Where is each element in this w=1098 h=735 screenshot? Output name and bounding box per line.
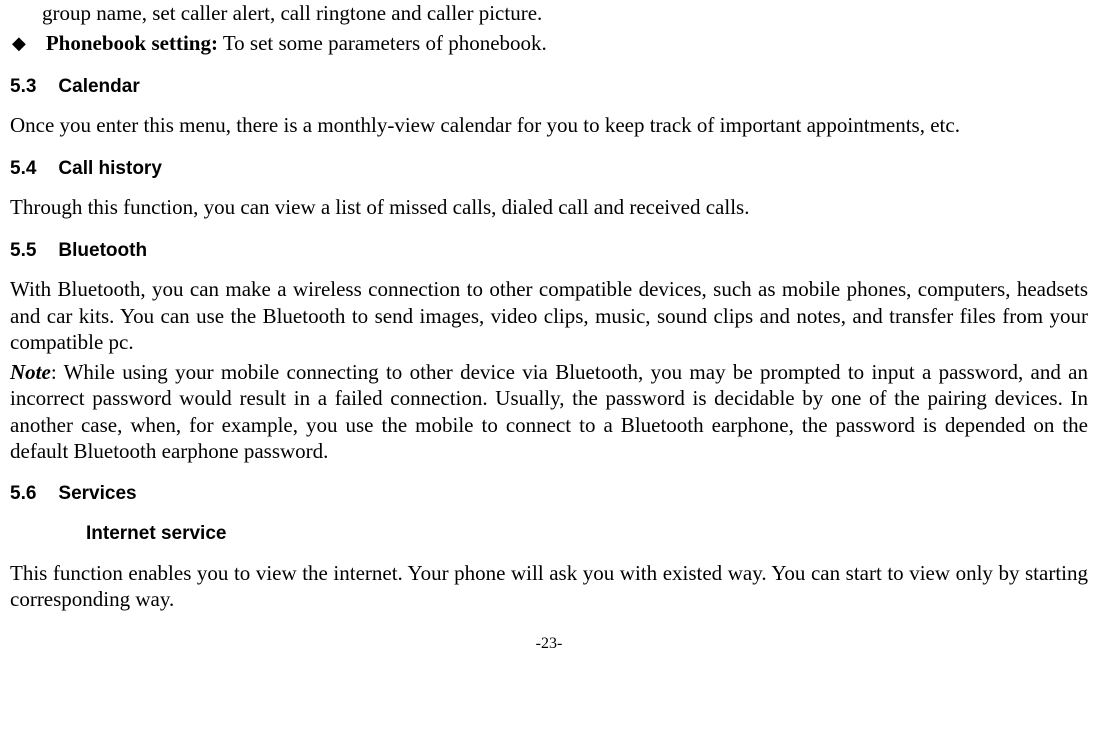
- note-body: : While using your mobile connecting to …: [10, 360, 1088, 463]
- heading-services: 5.6 Services: [10, 482, 1088, 506]
- heading-calendar: 5.3 Calendar: [10, 75, 1088, 99]
- top-fragment-text: group name, set caller alert, call ringt…: [42, 1, 542, 25]
- bluetooth-note: Note: While using your mobile connecting…: [10, 359, 1088, 464]
- bullet-text: To set some parameters of phonebook.: [218, 31, 547, 55]
- subheading-internet-service: Internet service: [86, 522, 1088, 546]
- diamond-bullet-icon: ◆: [12, 32, 26, 55]
- bullet-phonebook-setting: ◆ Phonebook setting: To set some paramet…: [10, 30, 1088, 56]
- heading-num: 5.4: [10, 158, 36, 179]
- heading-title: Call history: [58, 158, 161, 179]
- heading-num: 5.5: [10, 240, 36, 261]
- bullet-content: Phonebook setting: To set some parameter…: [46, 30, 547, 56]
- calendar-body: Once you enter this menu, there is a mon…: [10, 112, 1088, 138]
- bullet-label: Phonebook setting:: [46, 31, 218, 55]
- heading-bluetooth: 5.5 Bluetooth: [10, 239, 1088, 263]
- top-fragment-line: group name, set caller alert, call ringt…: [42, 0, 1088, 26]
- heading-num: 5.3: [10, 76, 36, 97]
- heading-num: 5.6: [10, 483, 36, 504]
- heading-call-history: 5.4 Call history: [10, 157, 1088, 181]
- page-number: -23-: [10, 634, 1088, 654]
- heading-title: Services: [58, 483, 136, 504]
- services-body: This function enables you to view the in…: [10, 560, 1088, 613]
- document-body: group name, set caller alert, call ringt…: [10, 0, 1088, 654]
- heading-title: Calendar: [58, 76, 139, 97]
- bluetooth-body1: With Bluetooth, you can make a wireless …: [10, 276, 1088, 355]
- callhistory-body: Through this function, you can view a li…: [10, 194, 1088, 220]
- note-label: Note: [10, 360, 51, 384]
- heading-title: Bluetooth: [58, 240, 147, 261]
